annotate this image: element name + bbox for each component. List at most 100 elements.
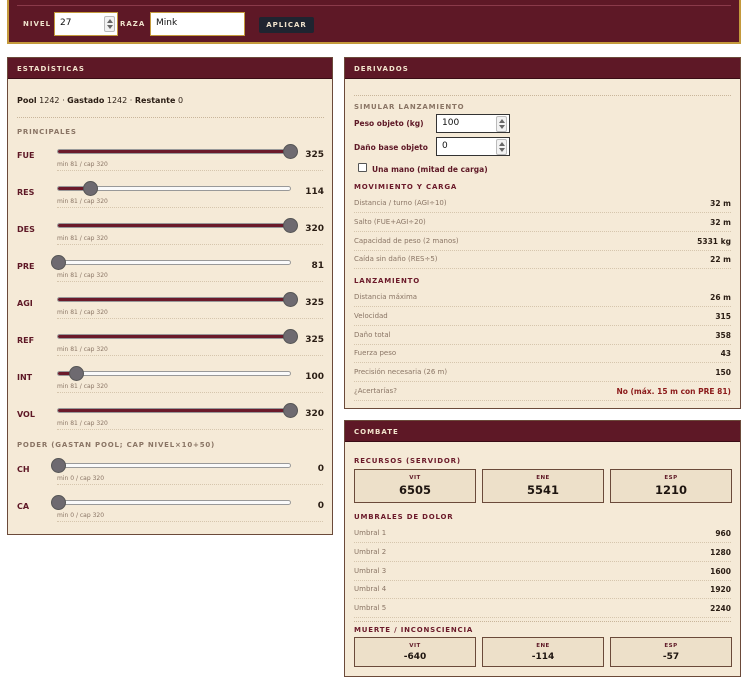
stat-hint: min 81 / cap 320 — [57, 309, 108, 316]
info-key: Velocidad — [354, 311, 388, 320]
weight-input[interactable]: 100 — [436, 114, 510, 133]
race-input-value: Mink — [156, 18, 178, 28]
info-value: 43 — [720, 349, 731, 359]
apply-button[interactable]: APLICAR — [259, 17, 314, 33]
stat-hint: min 81 / cap 320 — [57, 346, 108, 353]
slider-handle[interactable] — [51, 458, 66, 473]
top-toolbar: NIVEL 27 RAZA Mink APLICAR — [7, 0, 741, 44]
stat-hint: min 81 / cap 320 — [57, 383, 108, 390]
slider-handle[interactable] — [283, 218, 298, 233]
info-row: Umbral 2 1280 — [354, 544, 731, 562]
info-value: 1280 — [710, 547, 731, 557]
box-label: VIT — [409, 475, 421, 481]
stat-row-int: INT min 81 / cap 320 100 — [8, 361, 332, 397]
info-row: Salto (FUE+AGI÷20) 32 m — [354, 214, 731, 232]
slider-handle[interactable] — [69, 366, 85, 381]
stat-box-esp: ESP 1210 — [610, 469, 732, 503]
death-section-title: MUERTE / INCONSCIENCIA — [354, 626, 474, 634]
info-row: Distancia máxima 26 m — [354, 289, 731, 307]
info-key: Umbral 5 — [354, 604, 387, 613]
stat-row-agi: AGI min 81 / cap 320 325 — [8, 287, 332, 323]
power-section-title: PODER (GASTAN POOL; CAP NIVEL×10+50) — [17, 441, 216, 449]
stat-value: 325 — [305, 298, 324, 308]
box-value: 1210 — [654, 483, 687, 497]
stat-row-ref: REF min 81 / cap 320 325 — [8, 324, 332, 360]
slider-handle[interactable] — [283, 292, 298, 307]
weight-spinner-icon[interactable] — [496, 116, 507, 132]
resources-boxes: VIT 6505 ENE 5541 ESP 1210 — [354, 469, 732, 503]
slider-handle[interactable] — [51, 495, 66, 510]
info-value: No (máx. 15 m con PRE 81) — [616, 387, 731, 396]
stat-hint: min 81 / cap 320 — [57, 272, 108, 279]
stat-value: 320 — [305, 224, 324, 234]
damage-input[interactable]: 0 — [436, 137, 510, 156]
info-key: Distancia máxima — [354, 293, 418, 301]
info-key: Umbral 2 — [354, 547, 387, 556]
stat-value: 325 — [305, 335, 324, 345]
race-label: RAZA — [120, 20, 146, 28]
slider-handle[interactable] — [283, 329, 298, 344]
slider-handle[interactable] — [283, 403, 298, 418]
info-row: Velocidad 315 — [354, 308, 731, 326]
stat-value: 325 — [305, 150, 324, 160]
level-spinner-icon[interactable] — [104, 16, 115, 32]
info-value: 5331 kg — [697, 236, 731, 246]
slider-handle[interactable] — [83, 181, 99, 196]
row-divider — [57, 521, 323, 522]
info-row: Daño total 358 — [354, 327, 731, 345]
one-hand-label[interactable]: Una mano (mitad de carga) — [372, 165, 488, 174]
stat-slider-vol[interactable] — [57, 403, 298, 418]
stat-slider-int[interactable] — [57, 366, 291, 381]
box-value: -114 — [531, 652, 555, 662]
stat-slider-ref[interactable] — [57, 329, 298, 344]
stat-value: 100 — [305, 372, 324, 382]
stat-slider-res[interactable] — [57, 181, 291, 196]
slider-handle[interactable] — [51, 255, 66, 270]
info-value: 1600 — [710, 566, 731, 576]
stats-panel-title: ESTADÍSTICAS — [8, 58, 332, 79]
stat-row-ca: CA min 0 / cap 320 0 — [8, 490, 332, 526]
stat-hint: min 81 / cap 320 — [57, 420, 108, 427]
one-hand-checkbox[interactable] — [358, 163, 367, 172]
stat-slider-pre[interactable] — [51, 255, 291, 270]
info-value: 22 m — [710, 255, 731, 265]
slider-fill — [58, 335, 290, 338]
rest-label: Restante — [134, 96, 176, 105]
stat-row-ch: CH min 0 / cap 320 0 — [8, 453, 332, 489]
stat-slider-ch[interactable] — [51, 458, 291, 473]
box-label: ESP — [664, 475, 678, 481]
box-label: ENE — [536, 475, 550, 481]
stat-label: INT — [17, 373, 33, 382]
divider — [354, 621, 731, 622]
level-input[interactable]: 27 — [54, 12, 118, 36]
stat-slider-ca[interactable] — [51, 495, 291, 510]
stat-value: 0 — [317, 464, 324, 474]
row-divider — [57, 392, 323, 393]
stat-hint: min 81 / cap 320 — [57, 235, 108, 242]
damage-label: Daño base objeto — [354, 143, 428, 152]
combat-panel: COMBATE RECURSOS (SERVIDOR) VIT 6505 ENE 55… — [344, 420, 741, 677]
slider-handle[interactable] — [283, 144, 298, 159]
stat-box-vit: VIT -640 — [354, 637, 476, 667]
row-divider — [57, 244, 323, 245]
pool-value: 1242 — [39, 96, 60, 105]
damage-spinner-icon[interactable] — [496, 139, 507, 155]
stat-label: DES — [17, 225, 35, 234]
stat-slider-des[interactable] — [57, 218, 298, 233]
stat-hint: min 81 / cap 320 — [57, 198, 108, 205]
stat-slider-fue[interactable] — [57, 144, 298, 159]
level-input-value: 27 — [60, 18, 72, 28]
stat-row-des: DES min 81 / cap 320 320 — [8, 213, 332, 249]
stat-label: REF — [17, 336, 35, 345]
pool-label: Pool — [17, 96, 37, 105]
derived-panel: DERIVADOS SIMULAR LANZAMIENTO Peso objet… — [344, 57, 741, 409]
race-input[interactable]: Mink — [150, 12, 245, 36]
slider-fill — [58, 150, 290, 153]
row-divider — [57, 318, 323, 319]
info-key: Umbral 3 — [354, 566, 387, 575]
weight-label: Peso objeto (kg) — [354, 119, 424, 128]
stat-hint: min 81 / cap 320 — [57, 161, 108, 168]
stat-hint: min 0 / cap 320 — [57, 512, 105, 519]
stat-slider-agi[interactable] — [57, 292, 298, 307]
box-value: 5541 — [526, 483, 559, 497]
